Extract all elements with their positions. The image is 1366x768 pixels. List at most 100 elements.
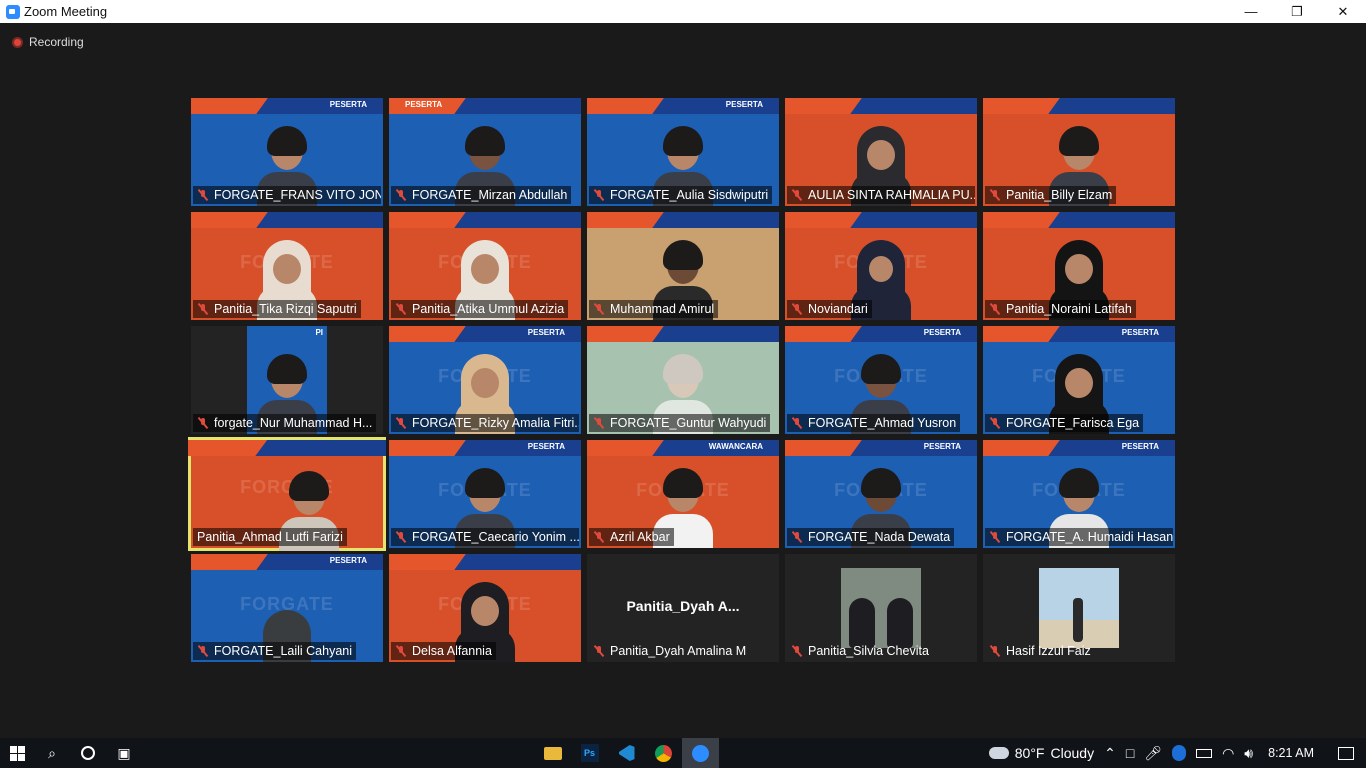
- tile-banner-tag: PESERTA: [527, 328, 565, 337]
- file-explorer-icon[interactable]: [534, 738, 571, 768]
- photoshop-icon[interactable]: Ps: [571, 738, 608, 768]
- task-view-icon[interactable]: ▣: [106, 738, 142, 768]
- recording-icon: [12, 36, 23, 48]
- windows-taskbar: ⌕ ▣ Ps 80°F Cloudy ⌃ □ 🎤︎ ◠ 🔊︎ 8:21 AM: [0, 738, 1366, 768]
- video-tile[interactable]: Panitia_Silvia Chevita: [785, 554, 977, 662]
- tile-banner-tag: PESERTA: [405, 100, 443, 109]
- video-tile[interactable]: WAWANCARA FORGATE Azril Akbar: [587, 440, 779, 548]
- tile-banner-tag: PESERTA: [923, 328, 961, 337]
- mic-muted-icon: [395, 645, 407, 657]
- video-tile[interactable]: FORGATE Panitia_Atika Ummul Azizia: [389, 212, 581, 320]
- camera-icon[interactable]: □: [1126, 745, 1134, 761]
- video-tile[interactable]: Muhammad Amirul: [587, 212, 779, 320]
- notification-icon[interactable]: [1326, 746, 1366, 760]
- mic-muted-icon: [395, 417, 407, 429]
- cortana-button[interactable]: [70, 738, 106, 768]
- profile-picture: [1039, 568, 1119, 648]
- mic-muted-icon: [989, 189, 1001, 201]
- video-tile[interactable]: PESERTA FORGATE_Mirzan Abdullah: [389, 98, 581, 206]
- video-tile[interactable]: Panitia_Billy Elzam: [983, 98, 1175, 206]
- minimize-button[interactable]: —: [1228, 0, 1274, 23]
- video-tile[interactable]: PESERTA FORGATE FORGATE_Laili Cahyani: [191, 554, 383, 662]
- window-controls: — ❐ ✕: [1228, 0, 1366, 23]
- weather-temp: 80°F: [1014, 745, 1045, 761]
- recording-indicator[interactable]: Recording: [12, 35, 84, 49]
- chevron-up-icon[interactable]: ⌃: [1104, 745, 1116, 762]
- participant-name-label: FORGATE_Rizky Amalia Fitri...: [391, 414, 579, 432]
- mic-muted-icon: [593, 417, 605, 429]
- video-tile[interactable]: PI forgate_Nur Muhammad H...: [191, 326, 383, 434]
- video-tile[interactable]: FORGATE Delsa Alfannia: [389, 554, 581, 662]
- chrome-icon[interactable]: [645, 738, 682, 768]
- close-button[interactable]: ✕: [1320, 0, 1366, 23]
- video-tile[interactable]: Panitia_Noraini Latifah: [983, 212, 1175, 320]
- tile-banner: [188, 440, 386, 456]
- video-tile[interactable]: FORGATE Noviandari: [785, 212, 977, 320]
- video-tile[interactable]: PESERTA FORGATE FORGATE_Farisca Ega: [983, 326, 1175, 434]
- weather-widget[interactable]: 80°F Cloudy: [988, 745, 1095, 761]
- video-tile[interactable]: Panitia_Dyah A... Panitia_Dyah Amalina M: [587, 554, 779, 662]
- volume-icon[interactable]: 🔊︎: [1244, 745, 1253, 762]
- clock[interactable]: 8:21 AM: [1268, 746, 1314, 760]
- battery-icon[interactable]: [1196, 748, 1213, 758]
- video-tile[interactable]: PESERTA FORGATE FORGATE_Ahmad Yusron: [785, 326, 977, 434]
- video-tile[interactable]: PESERTA FORGATE_FRANS VITO JON...: [191, 98, 383, 206]
- video-tile[interactable]: PESERTA FORGATE FORGATE_Nada Dewata: [785, 440, 977, 548]
- tile-banner: [587, 212, 779, 228]
- participant-name-label: FORGATE_Ahmad Yusron: [787, 414, 961, 432]
- participant-name-label: forgate_Nur Muhammad H...: [193, 414, 377, 432]
- tile-banner-tag: PESERTA: [527, 442, 565, 451]
- video-tile[interactable]: Hasif Izzul Faiz: [983, 554, 1175, 662]
- tile-banner: [587, 326, 779, 342]
- system-tray: 80°F Cloudy ⌃ □ 🎤︎ ◠ 🔊︎ 8:21 AM: [984, 738, 1366, 768]
- participant-name-label: Muhammad Amirul: [589, 300, 719, 318]
- gallery-grid: PESERTA FORGATE_FRANS VITO JON... PESERT…: [188, 98, 1175, 662]
- participant-name-label: Panitia_Billy Elzam: [985, 186, 1117, 204]
- bluetooth-icon[interactable]: [1172, 745, 1187, 761]
- tile-banner: [785, 212, 977, 228]
- video-tile[interactable]: PESERTA FORGATE FORGATE_A. Humaidi Hasan…: [983, 440, 1175, 548]
- participant-name-label: Panitia_Ahmad Lutfi Farizi: [193, 528, 347, 546]
- taskbar-apps: Ps: [534, 738, 719, 768]
- tile-banner-tag: PESERTA: [725, 100, 763, 109]
- zoom-taskbar-icon[interactable]: [682, 738, 719, 768]
- mic-muted-icon: [395, 303, 407, 315]
- video-tile[interactable]: AULIA SINTA RAHMALIA PU...: [785, 98, 977, 206]
- video-tile[interactable]: PESERTA FORGATE FORGATE_Caecario Yonim .…: [389, 440, 581, 548]
- tile-banner: [983, 98, 1175, 114]
- mic-muted-icon: [791, 303, 803, 315]
- tile-banner-tag: PESERTA: [1121, 442, 1159, 451]
- participant-name-label: Panitia_Silvia Chevita: [787, 642, 933, 660]
- zoom-app-icon: [6, 4, 20, 19]
- mic-muted-icon: [197, 303, 209, 315]
- participant-name-label: Panitia_Atika Ummul Azizia: [391, 300, 569, 318]
- recording-label: Recording: [29, 35, 84, 49]
- active-speaker-tile[interactable]: FORGATE Panitia_Ahmad Lutfi Farizi: [188, 437, 386, 551]
- participant-name-label: FORGATE_Aulia Sisdwiputri: [589, 186, 773, 204]
- participant-name-label: FORGATE_Guntur Wahyudi: [589, 414, 771, 432]
- participant-name-label: Azril Akbar: [589, 528, 674, 546]
- microphone-icon[interactable]: 🎤︎: [1144, 745, 1162, 762]
- mic-muted-icon: [989, 417, 1001, 429]
- participant-name-label: FORGATE_Laili Cahyani: [193, 642, 357, 660]
- video-tile[interactable]: PESERTA FORGATE_Aulia Sisdwiputri: [587, 98, 779, 206]
- maximize-button[interactable]: ❐: [1274, 0, 1320, 23]
- search-icon[interactable]: ⌕: [34, 738, 70, 768]
- meeting-area: Recording PESERTA FORGATE_FRANS VITO JON…: [0, 23, 1366, 738]
- vscode-icon[interactable]: [608, 738, 645, 768]
- windows-logo-icon: [9, 745, 25, 761]
- mic-muted-icon: [989, 531, 1001, 543]
- video-tile[interactable]: FORGATE Panitia_Tika Rizqi Saputri: [191, 212, 383, 320]
- weather-description: Cloudy: [1050, 745, 1095, 761]
- mic-muted-icon: [197, 189, 209, 201]
- window-title: Zoom Meeting: [24, 4, 108, 19]
- wifi-icon[interactable]: ◠: [1222, 745, 1234, 762]
- start-button[interactable]: [0, 738, 34, 768]
- mic-muted-icon: [593, 645, 605, 657]
- video-tile[interactable]: FORGATE_Guntur Wahyudi: [587, 326, 779, 434]
- tile-banner-tag: PI: [315, 328, 323, 337]
- video-tile[interactable]: PESERTA FORGATE FORGATE_Rizky Amalia Fit…: [389, 326, 581, 434]
- mic-muted-icon: [395, 531, 407, 543]
- tile-banner: [785, 98, 977, 114]
- participant-name-label: FORGATE_Caecario Yonim ...: [391, 528, 579, 546]
